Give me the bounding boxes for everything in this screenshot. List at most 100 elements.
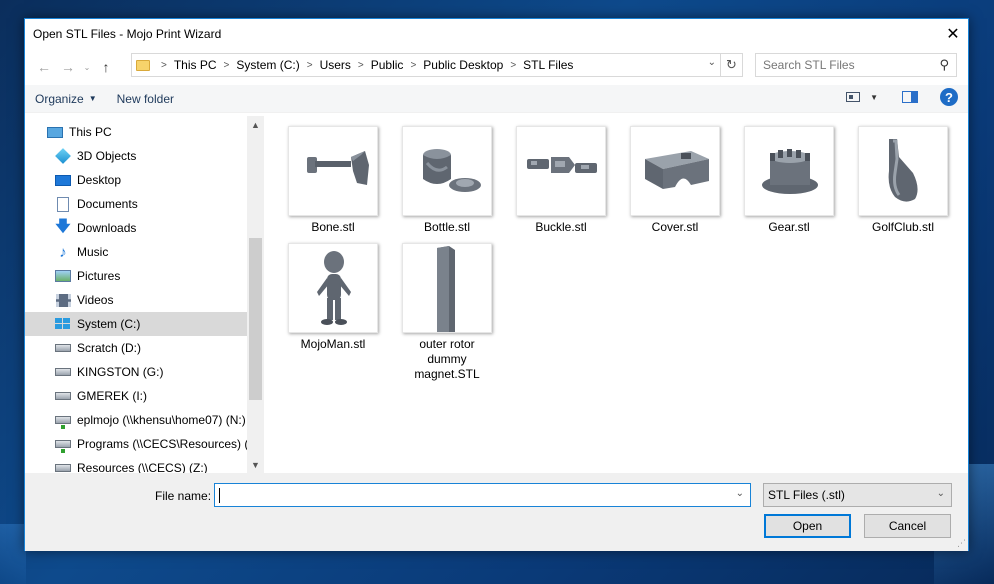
scroll-up-button[interactable]: ▲ [247, 116, 264, 133]
organize-button[interactable]: Organize ▼ [25, 92, 107, 106]
organize-label: Organize [35, 91, 84, 106]
sidebar-item-programs-p[interactable]: Programs (\\CECS\Resources) (P:) [25, 432, 247, 456]
breadcrumb-stl-files[interactable]: STL Files [523, 58, 573, 72]
preview-pane-icon[interactable] [902, 91, 918, 103]
cancel-button[interactable]: Cancel [864, 514, 951, 538]
file-type-select[interactable]: STL Files (.stl) ⌄ [763, 483, 952, 507]
3d-objects-icon [55, 148, 71, 164]
sidebar-item-label: This PC [69, 125, 112, 139]
file-name-label: Gear.stl [768, 220, 810, 234]
sidebar-item-gmerek-i[interactable]: GMEREK (I:) [25, 384, 247, 408]
dialog-footer: File name: ⌄ STL Files (.stl) ⌄ Open Can… [25, 473, 968, 551]
scrollbar-thumb[interactable] [249, 238, 262, 400]
magnet-thumbnail [402, 243, 492, 333]
sidebar-item-label: GMEREK (I:) [77, 389, 148, 403]
sidebar-item-downloads[interactable]: 🡇 Downloads [25, 216, 247, 240]
view-options-caret-icon[interactable]: ▼ [870, 93, 878, 102]
file-name-label: Bottle.stl [423, 220, 471, 234]
sidebar-item-system-c[interactable]: System (C:) [25, 312, 247, 336]
breadcrumb-public-desktop[interactable]: Public Desktop [423, 58, 503, 72]
navigation-bar: ← → ⌄ ↑ > This PC > System (C:) > Users … [25, 49, 968, 85]
chevron-right-icon[interactable]: > [358, 60, 364, 71]
help-icon[interactable]: ? [940, 88, 958, 106]
gear-thumbnail [744, 126, 834, 216]
breadcrumb-this-pc[interactable]: This PC [174, 58, 217, 72]
sidebar-item-pictures[interactable]: Pictures [25, 264, 247, 288]
cover-thumbnail [630, 126, 720, 216]
file-type-value: STL Files (.stl) [768, 488, 845, 502]
open-button[interactable]: Open [764, 514, 851, 538]
system-drive-icon [55, 318, 71, 330]
forward-arrow-icon: → [61, 59, 75, 75]
buckle-thumbnail [516, 126, 606, 216]
desktop-wallpaper-streak [0, 524, 26, 584]
file-name-label: File name: [155, 489, 212, 503]
chevron-down-icon: ▼ [251, 459, 260, 470]
breadcrumb-users[interactable]: Users [320, 58, 351, 72]
chevron-right-icon[interactable]: > [224, 60, 230, 71]
sidebar-item-resources-z[interactable]: Resources (\\CECS) (Z:) [25, 456, 247, 473]
sidebar-item-documents[interactable]: Documents [25, 192, 247, 216]
sidebar-item-kingston-g[interactable]: KINGSTON (G:) [25, 360, 247, 384]
up-button[interactable]: ↑ [94, 55, 118, 79]
file-item-gear[interactable]: Gear.stl [733, 126, 845, 235]
breadcrumb-public[interactable]: Public [371, 58, 404, 72]
file-name-input[interactable]: ⌄ [214, 483, 751, 507]
network-drive-icon [55, 440, 71, 453]
text-cursor [219, 487, 220, 503]
back-button[interactable]: ← [32, 55, 56, 79]
sidebar-item-this-pc[interactable]: This PC [25, 120, 247, 144]
chevron-right-icon[interactable]: > [410, 60, 416, 71]
address-bar[interactable]: > This PC > System (C:) > Users > Public… [131, 53, 743, 77]
title-bar[interactable]: Open STL Files - Mojo Print Wizard ✕ [25, 19, 968, 49]
file-item-outer-rotor-dummy-magnet[interactable]: outer rotor dummy magnet.STL [391, 243, 503, 382]
sidebar-item-label: Resources (\\CECS) (Z:) [77, 461, 208, 473]
sidebar-item-videos[interactable]: Videos [25, 288, 247, 312]
sidebar-item-eplmojo-n[interactable]: eplmojo (\\khensu\home07) (N:) [25, 408, 247, 432]
drive-icon [55, 344, 71, 352]
chevron-right-icon[interactable]: > [307, 60, 313, 71]
chevron-right-icon[interactable]: > [510, 60, 516, 71]
sidebar-item-scratch-d[interactable]: Scratch (D:) [25, 336, 247, 360]
back-arrow-icon: ← [37, 59, 51, 75]
gear-model-icon [762, 149, 818, 194]
recent-locations-button[interactable]: ⌄ [80, 63, 94, 72]
sidebar-item-3d-objects[interactable]: 3D Objects [25, 144, 247, 168]
mojoman-thumbnail [288, 243, 378, 333]
file-item-mojoman[interactable]: MojoMan.stl [277, 243, 389, 352]
file-item-cover[interactable]: Cover.stl [619, 126, 731, 235]
sidebar-item-label: Scratch (D:) [77, 341, 142, 355]
documents-icon [57, 196, 69, 212]
sidebar-item-desktop[interactable]: Desktop [25, 168, 247, 192]
window-title: Open STL Files - Mojo Print Wizard [33, 27, 222, 41]
chevron-down-icon: ⌄ [936, 488, 945, 499]
forward-button[interactable]: → [56, 55, 80, 79]
scroll-down-button[interactable]: ▼ [247, 456, 264, 473]
pictures-icon [55, 270, 71, 282]
folder-icon [136, 59, 150, 71]
bone-model-icon [307, 151, 369, 185]
sidebar-item-label: System (C:) [77, 317, 141, 331]
navigation-scrollbar[interactable]: ▲ ▼ [247, 116, 264, 473]
file-item-golfclub[interactable]: GolfClub.stl [847, 126, 959, 235]
desktop-icon [55, 174, 71, 186]
file-item-bottle[interactable]: Bottle.stl [391, 126, 503, 235]
chevron-right-icon: > [161, 59, 167, 71]
resize-grip-icon[interactable]: ⋰ [957, 538, 966, 549]
file-item-bone[interactable]: Bone.stl [277, 126, 389, 235]
bottle-model-icon [423, 149, 481, 192]
sidebar-item-music[interactable]: ♪ Music [25, 240, 247, 264]
close-button[interactable]: ✕ [938, 19, 968, 49]
file-list-pane: Bone.stl Bottle.stl Buckle.stl Cover.stl… [265, 116, 968, 473]
network-drive-icon [55, 416, 71, 429]
new-folder-label: New folder [116, 91, 174, 106]
new-folder-button[interactable]: New folder [107, 92, 184, 106]
chevron-down-icon[interactable]: ⌄ [736, 488, 744, 499]
file-item-buckle[interactable]: Buckle.stl [505, 126, 617, 235]
change-view-icon[interactable] [846, 92, 861, 102]
address-dropdown-icon[interactable]: ⌄ [708, 57, 716, 68]
refresh-button[interactable]: ↻ [720, 53, 742, 77]
sidebar-item-label: Videos [77, 293, 114, 307]
search-input[interactable]: Search STL Files ⚲ [755, 53, 957, 77]
breadcrumb-system-c[interactable]: System (C:) [236, 58, 299, 72]
